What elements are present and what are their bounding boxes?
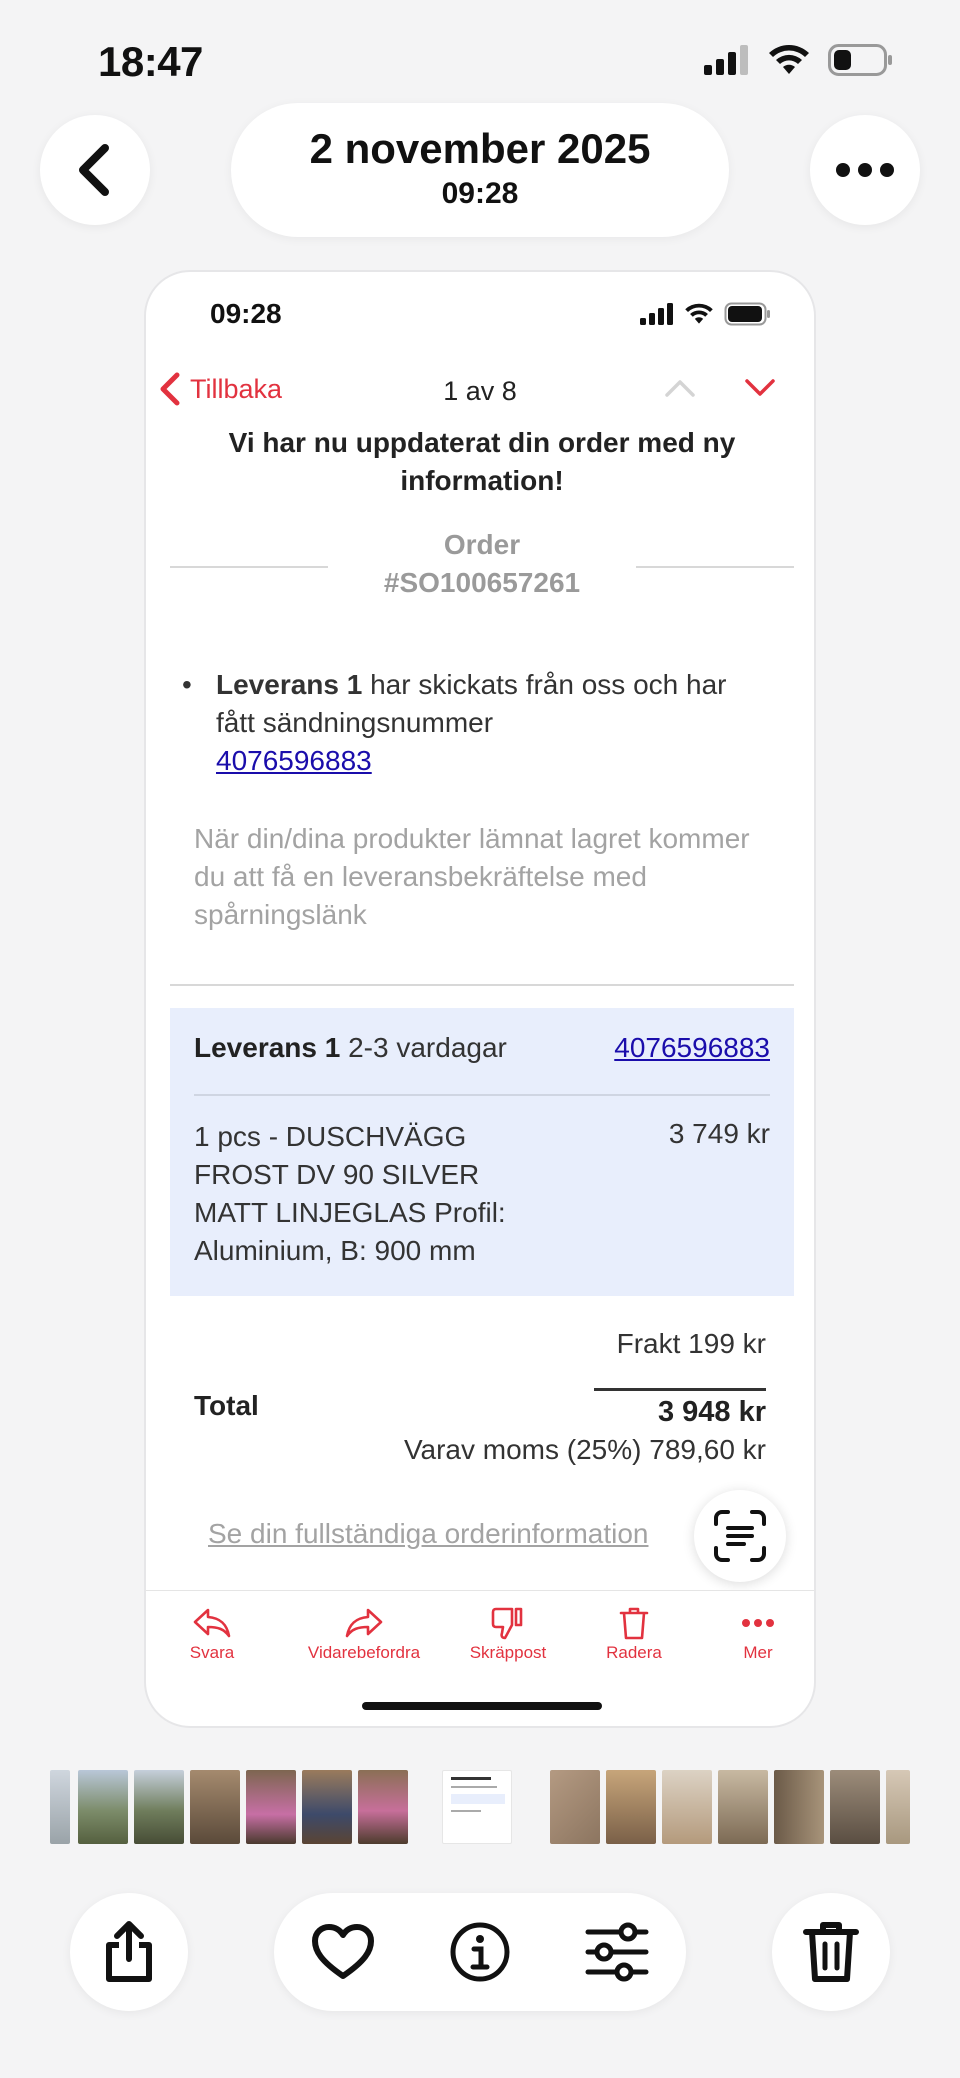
chevron-down-icon[interactable] — [744, 378, 776, 398]
shipment-tracking-link[interactable]: 4076596883 — [614, 1032, 770, 1064]
divider-right — [636, 566, 794, 568]
vat-line: Varav moms (25%) 789,60 kr — [403, 1434, 766, 1465]
total-value: 3 948 kr — [657, 1396, 766, 1428]
home-indicator — [362, 1702, 602, 1710]
inner-status-icons — [640, 302, 772, 326]
reply-label: Svara — [189, 1643, 235, 1662]
wifi-icon — [769, 45, 809, 74]
chevron-up-icon[interactable] — [664, 378, 696, 398]
status-icons — [704, 44, 894, 76]
inner-status-bar: 09:28 — [146, 272, 814, 342]
order-heading: Order #SO100657261 — [170, 526, 794, 606]
bullet-dot: • — [182, 669, 192, 700]
delete-button[interactable]: Radera — [574, 1603, 694, 1663]
thumbnail[interactable] — [718, 1770, 768, 1844]
adjust-button[interactable] — [584, 1919, 650, 1985]
bullet-bold: Leverans 1 — [216, 669, 363, 700]
mail-navigation: Tillbaka 1 av 8 — [146, 372, 814, 422]
share-icon — [106, 1921, 152, 1982]
reply-button[interactable]: Svara — [152, 1603, 272, 1663]
battery-icon — [724, 302, 770, 326]
thumbnail[interactable] — [550, 1770, 600, 1844]
more-label: Mer — [743, 1643, 773, 1662]
adjust-icon — [585, 1922, 649, 1982]
wifi-icon — [685, 303, 713, 324]
delete-label: Radera — [606, 1643, 662, 1662]
thumbnail[interactable] — [246, 1770, 296, 1844]
thumbnail[interactable] — [302, 1770, 352, 1844]
live-text-button[interactable] — [694, 1490, 786, 1582]
bullet-text: Leverans 1 har skickats från oss och har… — [216, 666, 762, 780]
mail-toolbar: Svara Vidarebefordra Skräppost Radera Me… — [146, 1590, 814, 1676]
thumbnail[interactable] — [830, 1770, 880, 1844]
more-button[interactable] — [810, 115, 920, 225]
tracking-link[interactable]: 4076596883 — [216, 745, 372, 776]
live-text-icon — [714, 1510, 766, 1562]
delete-photo-button[interactable] — [772, 1893, 890, 2011]
info-button[interactable] — [447, 1919, 513, 1985]
order-label: Order — [443, 529, 521, 560]
battery-icon — [828, 44, 892, 76]
junk-button[interactable]: Skräppost — [448, 1603, 568, 1663]
more-dots-icon — [742, 1619, 774, 1627]
screenshot-image: 09:28 Tillbaka 1 av 8 Vi har nu uppdater… — [144, 270, 816, 1728]
signal-icon — [640, 303, 673, 325]
forward-button[interactable]: Vidarebefordra — [294, 1603, 434, 1663]
back-button[interactable] — [40, 115, 150, 225]
forward-icon — [345, 1608, 383, 1638]
thumbs-down-icon — [491, 1607, 523, 1640]
photo-date: 2 november 2025 — [309, 125, 651, 172]
heart-icon — [312, 1924, 374, 1979]
shipment-title: Leverans 1 — [194, 1032, 341, 1063]
full-order-link[interactable]: Se din fullständiga orderinformation — [208, 1518, 698, 1550]
ellipsis-icon — [836, 163, 894, 177]
status-time: 18:47 — [98, 38, 203, 85]
order-number-block: Order #SO100657261 — [170, 526, 794, 602]
shipping-cost: Frakt 199 kr — [616, 1328, 766, 1359]
shipment-price: 3 749 kr — [668, 1118, 770, 1149]
forward-label: Vidarebefordra — [307, 1643, 421, 1662]
thumbnail[interactable] — [606, 1770, 656, 1844]
shipment-eta: 2-3 vardagar — [340, 1032, 507, 1063]
thumbnail-current[interactable] — [442, 1770, 512, 1844]
chevron-left-icon — [79, 144, 109, 196]
signal-icon — [704, 45, 748, 75]
favorite-button[interactable] — [310, 1919, 376, 1985]
os-status-bar: 18:47 — [0, 0, 960, 120]
thumbnail[interactable] — [50, 1770, 70, 1844]
trash-icon — [803, 1922, 859, 1982]
shipment-card: Leverans 1 2-3 vardagar 4076596883 1 pcs… — [170, 1008, 794, 1296]
more-mail-button[interactable]: Mer — [698, 1603, 814, 1663]
thumbnail[interactable] — [358, 1770, 408, 1844]
thumbnail[interactable] — [78, 1770, 128, 1844]
inner-status-time: 09:28 — [210, 298, 282, 329]
order-number: #SO100657261 — [383, 567, 581, 598]
trash-icon — [619, 1607, 649, 1640]
junk-label: Skräppost — [469, 1643, 547, 1662]
total-label: Total — [194, 1390, 259, 1421]
message-counter: 1 av 8 — [443, 376, 517, 406]
reply-icon — [193, 1608, 231, 1638]
photo-actions-pill — [274, 1893, 686, 2011]
info-icon — [450, 1922, 510, 1982]
total-divider — [594, 1388, 766, 1391]
thumbnail[interactable] — [886, 1770, 910, 1844]
thumbnail[interactable] — [190, 1770, 240, 1844]
section-divider — [170, 984, 794, 986]
thumbnail-strip[interactable] — [50, 1770, 910, 1844]
share-button[interactable] — [70, 1893, 188, 2011]
thumbnail[interactable] — [134, 1770, 184, 1844]
info-paragraph: När din/dina produkter lämnat lagret kom… — [194, 823, 750, 930]
thumbnail[interactable] — [662, 1770, 712, 1844]
email-headline: Vi har nu uppdaterat din order med ny in… — [228, 427, 736, 496]
thumbnail[interactable] — [774, 1770, 824, 1844]
date-header: 2 november 2025 09:28 — [231, 103, 729, 237]
shipment-divider — [194, 1094, 770, 1096]
shipment-header: Leverans 1 2-3 vardagar 4076596883 — [194, 1032, 770, 1064]
photo-time: 09:28 — [441, 177, 519, 210]
shipment-bullet: • Leverans 1 har skickats från oss och h… — [182, 666, 762, 780]
shipment-item: 1 pcs - DUSCHVÄGG FROST DV 90 SILVER MAT… — [194, 1121, 506, 1266]
